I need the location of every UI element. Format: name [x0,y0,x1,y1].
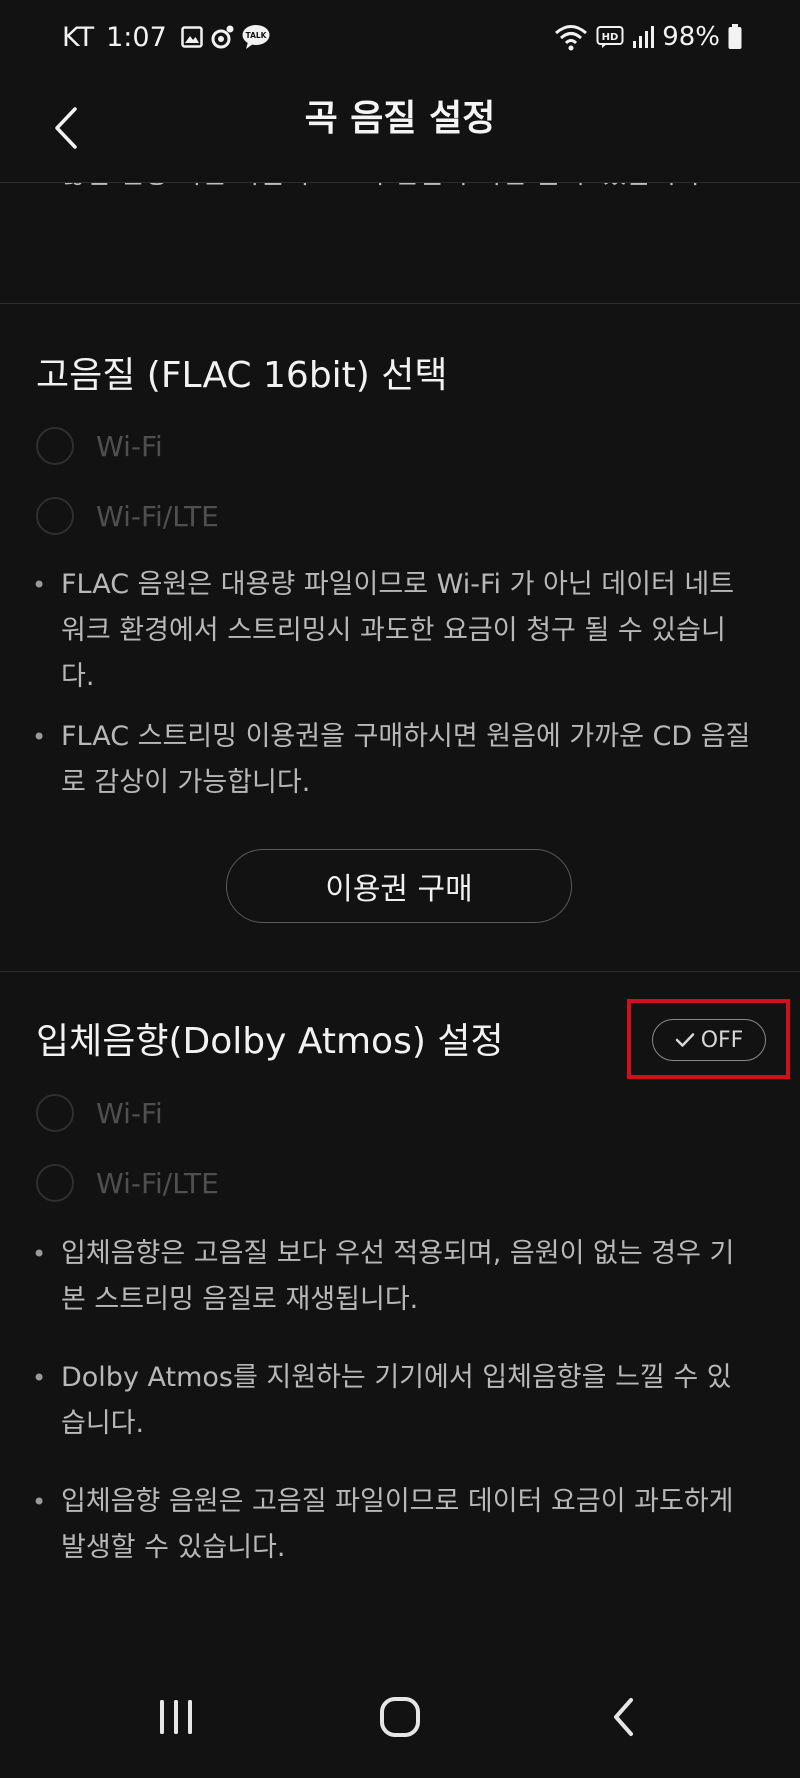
note-text: Dolby Atmos를 지원하는 기기에서 입체음향을 느낄 수 있습니다. [61,1362,732,1439]
note-text: 입체음향은 고음질 보다 우선 적용되며, 음원이 없는 경우 기본 스트리밍 … [61,1238,735,1315]
highlight-box: OFF [627,999,790,1079]
bullet-dot-icon: • [32,1488,47,1516]
bullet-dot-icon: • [32,571,47,599]
dolby-note-2: • Dolby Atmos를 지원하는 기기에서 입체음향을 느낄 수 있습니다… [32,1355,752,1447]
note-text: 입체음향 음원은 고음질 파일이므로 데이터 요금이 과도하게 발생할 수 있습… [61,1486,734,1563]
radio-label: Wi-Fi [96,429,163,463]
battery-icon [728,24,742,50]
settings-content[interactable]: 끊김 현상 혹은 다음곡으로의 연결이 지연 될 수 있습니다. 고음질 (FL… [0,182,800,1652]
radio-label: Wi-Fi/LTE [96,499,219,533]
dolby-option-wifi-lte[interactable]: Wi-Fi/LTE [36,1161,219,1205]
dolby-toggle-button[interactable]: OFF [652,1019,766,1061]
radio-button-icon[interactable] [36,1094,74,1132]
note-text: FLAC 음원은 대용량 파일이므로 Wi-Fi 가 아닌 데이터 네트워크 환… [61,569,735,692]
flac-option-wifi[interactable]: Wi-Fi [36,424,163,468]
app-header: 곡 음질 설정 [0,74,800,183]
toggle-label: OFF [700,1027,744,1053]
talk-label: TALK [245,31,267,40]
note-text: FLAC 스트리밍 이용권을 구매하시면 원음에 가까운 CD 음질로 감상이 … [61,721,751,798]
section-divider [0,971,800,972]
recent-apps-icon [160,1700,192,1734]
previous-section-note: 끊김 현상 혹은 다음곡으로의 연결이 지연 될 수 있습니다. [61,182,761,198]
status-right: HD 98% [554,18,742,56]
home-icon [380,1697,420,1737]
flac-note-1: • FLAC 음원은 대용량 파일이므로 Wi-Fi 가 아닌 데이터 네트워크… [32,562,752,700]
signal-icon [632,25,655,49]
flac-note-2: • FLAC 스트리밍 이용권을 구매하시면 원음에 가까운 CD 음질로 감상… [32,714,752,806]
clock: 1:07 [106,21,167,53]
kakaotalk-icon: TALK [241,24,271,50]
radio-button-icon[interactable] [36,497,74,535]
flac-section-title: 고음질 (FLAC 16bit) 선택 [36,355,448,396]
radio-button-icon[interactable] [36,1164,74,1202]
home-button[interactable] [355,1682,445,1752]
radio-label: Wi-Fi [96,1096,163,1130]
hd-label: HD [602,32,619,43]
nav-back-button[interactable] [579,1682,669,1752]
section-divider [0,303,800,304]
checkmark-icon [675,1033,694,1047]
carrier-label: KT [62,21,95,53]
page-title: 곡 음질 설정 [304,98,496,139]
purchase-pass-button[interactable]: 이용권 구매 [226,849,572,923]
dolby-option-wifi[interactable]: Wi-Fi [36,1091,163,1135]
system-nav-bar [0,1652,800,1778]
battery-percent: 98% [662,22,720,52]
back-arrow-icon [614,1698,633,1736]
dolby-note-1: • 입체음향은 고음질 보다 우선 적용되며, 음원이 없는 경우 기본 스트리… [32,1231,752,1323]
dolby-section-title: 입체음향(Dolby Atmos) 설정 [36,1021,504,1062]
gallery-icon [181,26,203,48]
status-left: KT 1:07 TALK [62,18,271,56]
bullet-dot-icon: • [32,1364,47,1392]
flac-option-wifi-lte[interactable]: Wi-Fi/LTE [36,494,219,538]
radio-button-icon[interactable] [36,427,74,465]
hd-voice-icon: HD [596,25,624,49]
radio-label: Wi-Fi/LTE [96,1166,219,1200]
music-note-icon [209,24,235,50]
status-bar: KT 1:07 TALK HD 98% [0,0,800,74]
wifi-icon [554,23,588,51]
recent-apps-button[interactable] [131,1682,221,1752]
bullet-dot-icon: • [32,1240,47,1268]
bullet-dot-icon: • [32,723,47,751]
dolby-note-3: • 입체음향 음원은 고음질 파일이므로 데이터 요금이 과도하게 발생할 수 … [32,1479,752,1571]
